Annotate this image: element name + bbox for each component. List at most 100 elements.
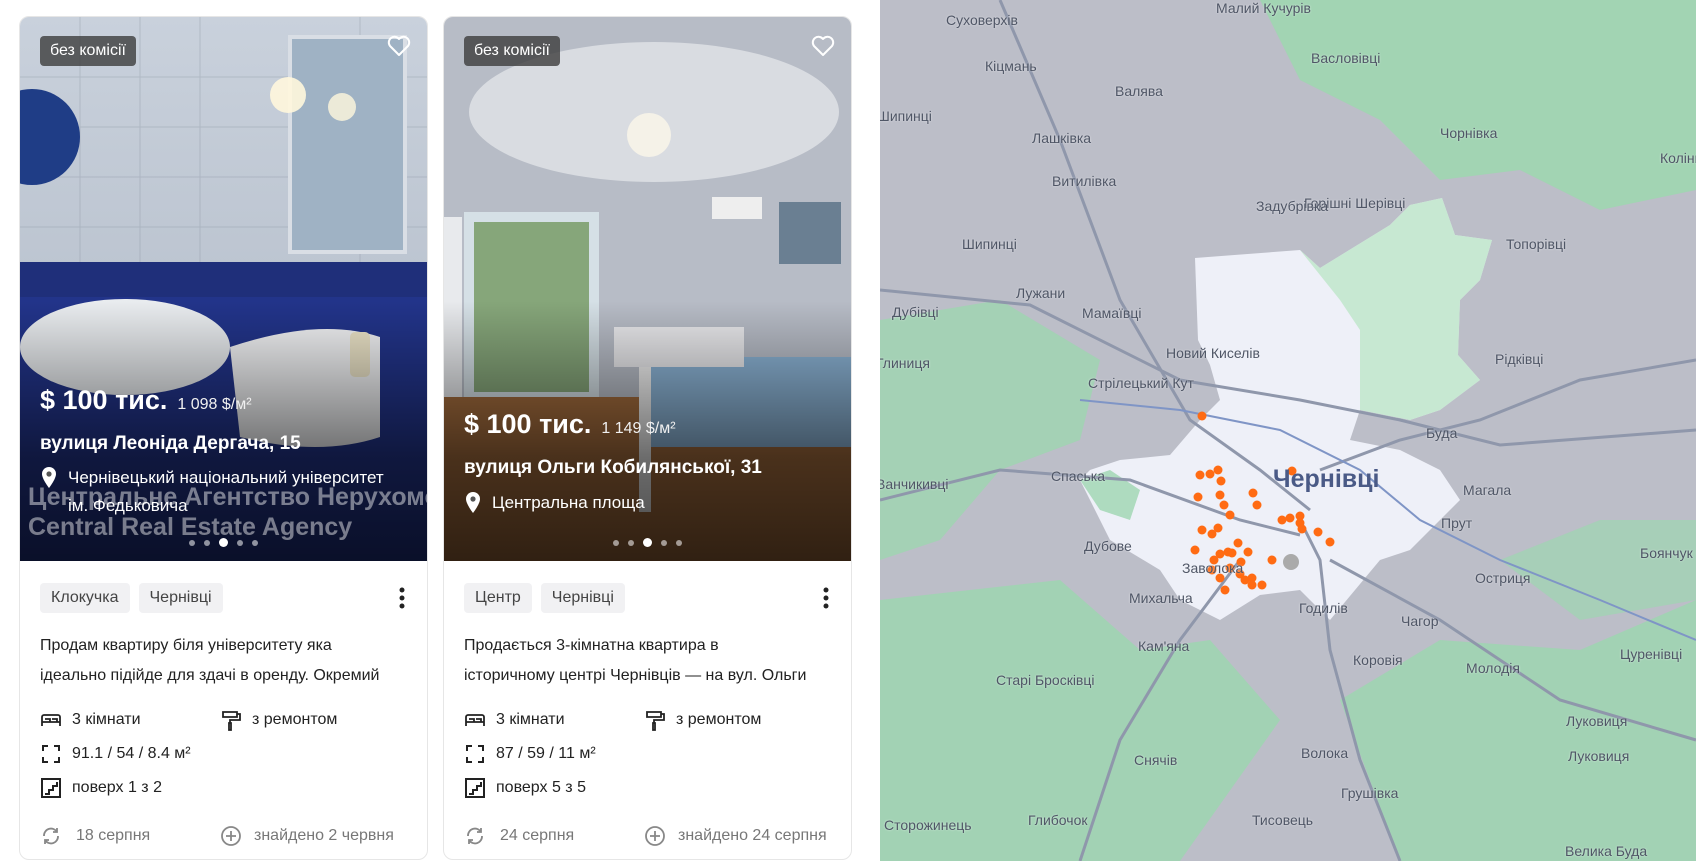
map-label: Витилівка [1052, 173, 1117, 189]
updated-text: 24 серпня [500, 827, 575, 844]
listing-photo[interactable]: без комісії $ 100 тис. 1 098 $/м² вулиця… [20, 17, 427, 561]
paint-roller-icon [646, 711, 665, 731]
map-label: Глибочок [1028, 812, 1088, 828]
map-label: Волока [1301, 745, 1349, 761]
location-pin-icon [42, 467, 56, 488]
refresh-icon [467, 827, 483, 845]
street-address[interactable]: вулиця Леоніда Дергача, 15 [40, 433, 301, 455]
updated-text: 18 серпня [76, 827, 151, 844]
map-label: Лашківка [1032, 130, 1092, 146]
map-label: Снячів [1134, 752, 1178, 768]
map-label: Цуренівці [1620, 646, 1683, 662]
description-line: ідеально підійде для здачі в оренду. Окр… [40, 667, 380, 684]
price-row: $ 100 тис. 1 098 $/м² [40, 385, 252, 416]
description-line: Продається 3-кімнатна квартира в [464, 637, 719, 654]
tag-district[interactable]: Центр [464, 583, 532, 613]
photo-pagination[interactable] [20, 538, 427, 547]
description[interactable]: Продам квартиру біля університету яка ід… [40, 631, 410, 691]
map-label: Чагор [1401, 613, 1439, 629]
listing-card[interactable]: без комісії $ 100 тис. 1 149 $/м² вулиця… [443, 16, 852, 860]
location-pin-icon [466, 492, 480, 513]
tags: Центр Чернівці [464, 583, 831, 613]
kebab-menu-icon[interactable] [823, 587, 829, 609]
area-text: 87 / 59 / 11 м² [496, 745, 596, 762]
photo-dot[interactable] [676, 539, 682, 546]
photo-dot[interactable] [189, 539, 195, 546]
map-label: Шипинці [880, 108, 932, 124]
kebab-menu-icon[interactable] [399, 587, 405, 609]
map-label: Остриця [1475, 570, 1531, 586]
airport-icon [1283, 554, 1299, 570]
feature-repair: з ремонтом [644, 709, 761, 731]
map-label: Буда [1426, 425, 1458, 441]
listing-photo[interactable]: без комісії $ 100 тис. 1 149 $/м² вулиця… [444, 17, 851, 561]
map-label: Чорнівка [1440, 125, 1498, 141]
photo-dot[interactable] [628, 539, 634, 546]
map-label: Васловівці [1311, 50, 1381, 66]
map-label: Боянчук [1640, 545, 1693, 561]
map-label: Рідківці [1495, 351, 1544, 367]
map-label: Глиниця [880, 355, 930, 371]
map-city-label: Чернівці [1273, 465, 1380, 493]
stairs-icon [465, 778, 485, 798]
area-icon [42, 745, 60, 763]
price-row: $ 100 тис. 1 149 $/м² [464, 409, 676, 440]
map-label: Малий Кучурів [1216, 0, 1311, 16]
card-meta: 24 серпня знайдено 24 серпня [464, 825, 831, 847]
feature-rooms: 3 кімнати [464, 709, 644, 731]
map-label: Заволока [1182, 560, 1244, 576]
photo-dot-active[interactable] [643, 538, 652, 547]
photo-dot[interactable] [252, 539, 258, 546]
found-text: знайдено 2 червня [254, 827, 394, 844]
feature-area: 87 / 59 / 11 м² [464, 743, 596, 765]
floor-text: поверх 5 з 5 [496, 779, 586, 796]
feature-floor: поверх 5 з 5 [464, 777, 586, 799]
photo-dot[interactable] [661, 539, 667, 546]
map-label: Валява [1115, 83, 1163, 99]
heart-icon[interactable] [387, 35, 411, 57]
no-commission-badge: без комісії [464, 36, 560, 66]
repair-text: з ремонтом [676, 711, 762, 728]
price-per-m2: 1 149 $/м² [601, 420, 676, 437]
photo-pagination[interactable] [444, 538, 851, 547]
map-label: Луковиця [1568, 748, 1630, 764]
photo-dot[interactable] [237, 539, 243, 546]
landmark[interactable]: Центральна площа [464, 489, 645, 517]
map-label: Тисовець [1252, 812, 1314, 828]
tag-district[interactable]: Клокучка [40, 583, 130, 613]
card-meta: 18 серпня знайдено 2 червня [40, 825, 407, 847]
map-label: Грушівка [1341, 785, 1399, 801]
map-label: Луковиця [1566, 713, 1628, 729]
feature-area: 91.1 / 54 / 8.4 м² [40, 743, 191, 765]
map-label: Дубівці [892, 304, 939, 320]
add-circle-icon [645, 826, 665, 846]
map-label: Суховерхів [946, 12, 1018, 28]
features: 3 кімнати з ремонтом 87 / 59 / 11 м² пов… [464, 703, 831, 805]
map-label: Дубове [1084, 538, 1132, 554]
street-address[interactable]: вулиця Ольги Кобилянської, 31 [464, 457, 762, 479]
map-canvas[interactable] [880, 0, 1696, 861]
photo-dot[interactable] [613, 539, 619, 546]
listing-card[interactable]: без комісії $ 100 тис. 1 098 $/м² вулиця… [19, 16, 428, 860]
heart-icon[interactable] [811, 35, 835, 57]
map[interactable]: Чернівці Малий Кучурів Суховерхів Васлов… [880, 0, 1696, 861]
map-label: Прут [1441, 515, 1473, 531]
area-text: 91.1 / 54 / 8.4 м² [72, 745, 191, 762]
map-label: Годилів [1299, 600, 1348, 616]
map-label: Велика Буда [1565, 843, 1648, 859]
photo-dot-active[interactable] [219, 538, 228, 547]
card-body: Клокучка Чернівці Продам квартиру біля у… [20, 561, 427, 847]
updated-date: 24 серпня [464, 825, 644, 847]
tag-city[interactable]: Чернівці [540, 583, 625, 613]
description[interactable]: Продається 3-кімнатна квартира в історич… [464, 631, 834, 691]
found-date: знайдено 24 серпня [644, 825, 829, 847]
map-label: Молодія [1466, 660, 1520, 676]
found-text: знайдено 24 серпня [678, 827, 827, 844]
photo-dot[interactable] [204, 539, 210, 546]
map-label: Топорівці [1506, 236, 1567, 252]
map-label: Колінківці [1660, 150, 1696, 166]
add-circle-icon [221, 826, 241, 846]
map-label: Сторожинець [884, 817, 972, 833]
landmark[interactable]: Чернівецький національний університет ім… [40, 464, 384, 520]
tag-city[interactable]: Чернівці [138, 583, 223, 613]
